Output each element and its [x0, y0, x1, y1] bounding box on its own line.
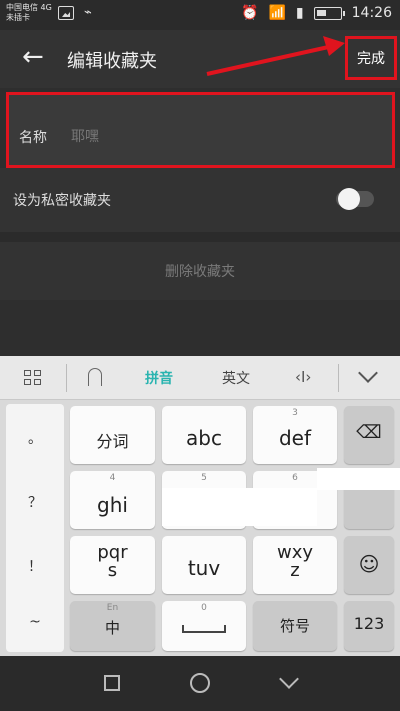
key-pqrs[interactable]: pqr s [70, 536, 155, 594]
redaction-block [162, 488, 317, 526]
smiley-icon: ☺ [358, 552, 380, 576]
grid-menu-icon[interactable] [24, 370, 42, 386]
symbol-column: 。 ？ ！ ~ [6, 404, 64, 652]
home-icon[interactable] [190, 673, 210, 693]
key-tuv[interactable]: tuv [162, 536, 246, 594]
toolbar-divider [66, 364, 67, 392]
wifi-icon: 📶 [268, 5, 286, 21]
emoji-key[interactable]: ☺ [344, 536, 394, 594]
symbol-period[interactable]: 。 [6, 428, 64, 448]
toggle-knob [338, 188, 360, 210]
private-label: 设为私密收藏夹 [13, 193, 111, 209]
alarm-icon: ⏰ [241, 5, 259, 21]
delete-favorites-button[interactable]: 删除收藏夹 [0, 242, 400, 300]
carrier-line1: 中国电信 4G [6, 3, 52, 12]
key-segment[interactable]: 分词 [70, 406, 155, 464]
battery-icon [313, 6, 345, 20]
carrier-line2: 未插卡 [6, 13, 30, 22]
usb-icon: ⌁ [84, 5, 92, 20]
private-setting-row[interactable]: 设为私密收藏夹 [0, 168, 400, 232]
symbol-key[interactable]: 符号 [253, 601, 337, 651]
delete-label: 删除收藏夹 [165, 264, 235, 280]
navigation-bar [0, 656, 400, 711]
english-mode-tab[interactable]: 英文 [222, 368, 250, 388]
done-button-label: 完成 [357, 51, 385, 67]
image-notification-icon [58, 6, 74, 20]
symbol-tilde[interactable]: ~ [6, 614, 64, 630]
toolbar-divider-right [338, 364, 339, 392]
language-switch-key[interactable]: En 中 [70, 601, 155, 651]
redaction-block-2 [317, 468, 400, 490]
chevron-down-icon[interactable] [358, 363, 378, 383]
keyboard-toolbar: 拼音 英文 ‹I› [0, 356, 400, 400]
section-divider [0, 232, 400, 242]
ime-keyboard: 拼音 英文 ‹I› 。 ？ ！ ~ 分词 abc 3 def ⌫ 4 ghi 5… [0, 356, 400, 656]
name-input[interactable] [71, 125, 371, 147]
voice-icon[interactable] [88, 368, 102, 386]
screen: 中国电信 4G 未插卡 ⌁ ⏰ 📶 ▮ 14:26 ← 编辑收藏夹 完成 名称 … [0, 0, 400, 711]
back-nav-icon[interactable] [279, 669, 299, 689]
page-title: 编辑收藏夹 [67, 51, 157, 72]
status-right: ⏰ 📶 ▮ 14:26 [241, 5, 392, 21]
backspace-key[interactable]: ⌫ [344, 406, 394, 464]
space-key[interactable]: 0 [162, 601, 246, 651]
number-key[interactable]: 123 [344, 601, 394, 651]
done-button[interactable]: 完成 [345, 36, 397, 80]
symbol-exclaim[interactable]: ！ [6, 556, 64, 576]
key-def[interactable]: 3 def [253, 406, 337, 464]
app-bar: ← 编辑收藏夹 完成 [0, 30, 400, 88]
key-wxyz[interactable]: wxy z [253, 536, 337, 594]
space-icon [182, 625, 226, 633]
cursor-move-icon[interactable]: ‹I› [295, 368, 311, 386]
key-abc[interactable]: abc [162, 406, 246, 464]
status-bar: 中国电信 4G 未插卡 ⌁ ⏰ 📶 ▮ 14:26 [0, 0, 400, 30]
backspace-icon: ⌫ [356, 422, 382, 443]
carrier-info: 中国电信 4G 未插卡 [6, 3, 66, 23]
signal-icon: ▮ [295, 5, 304, 21]
pinyin-mode-tab[interactable]: 拼音 [145, 368, 173, 388]
symbol-question[interactable]: ？ [6, 492, 64, 512]
recent-apps-icon[interactable] [104, 675, 120, 691]
empty-area [0, 300, 400, 356]
key-ghi[interactable]: 4 ghi [70, 471, 155, 529]
private-toggle[interactable] [336, 188, 374, 210]
clock: 14:26 [351, 5, 392, 21]
back-arrow-icon[interactable]: ← [22, 44, 46, 70]
name-field-row: 名称 [6, 92, 395, 168]
name-label: 名称 [19, 130, 47, 146]
